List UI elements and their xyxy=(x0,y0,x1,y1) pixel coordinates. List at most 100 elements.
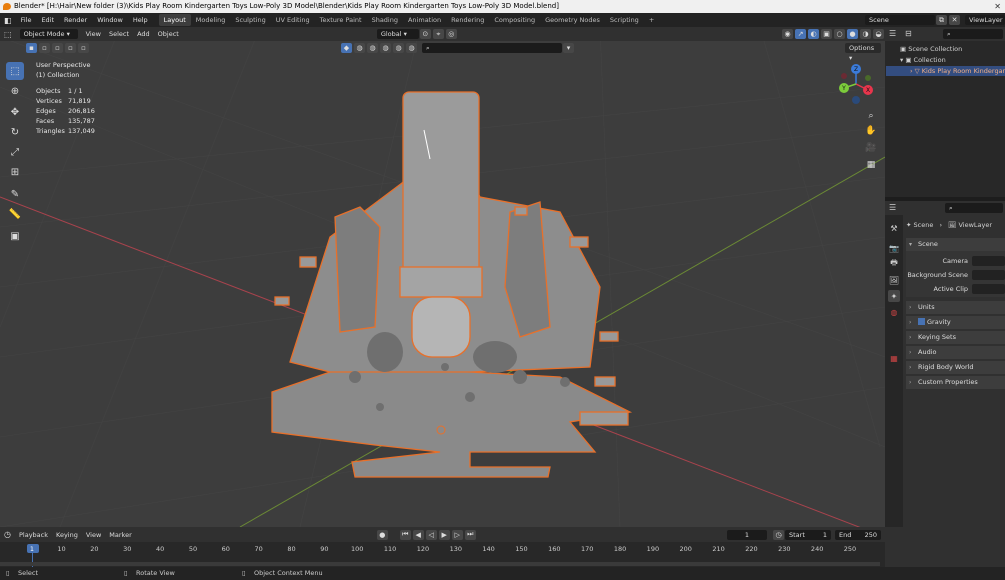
overlay-toggle-icon[interactable]: ◐ xyxy=(808,29,819,39)
panel-scene[interactable]: ▾ Scene xyxy=(906,238,1005,251)
select-mode-extend-icon[interactable]: ▫ xyxy=(39,43,50,53)
timeline-editor-icon[interactable]: ◷ xyxy=(0,530,15,539)
select-mode-subtract-icon[interactable]: ▫ xyxy=(52,43,63,53)
scale-tool-icon[interactable]: ⤢ xyxy=(6,143,24,161)
delete-scene-icon[interactable]: ✕ xyxy=(949,15,960,25)
3d-viewport[interactable] xyxy=(0,27,885,527)
jump-start-icon[interactable]: ⏮ xyxy=(399,529,411,540)
menu-playback[interactable]: Playback xyxy=(15,531,52,539)
gizmo-toggle-icon[interactable]: ↗ xyxy=(795,29,806,39)
scene-selector[interactable]: Scene xyxy=(865,15,935,25)
gizmo-neg-y-icon[interactable] xyxy=(865,75,871,81)
tab-uv-editing[interactable]: UV Editing xyxy=(271,14,315,26)
overlay-icon-c[interactable]: ◍ xyxy=(380,43,391,53)
jump-end-icon[interactable]: ⏭ xyxy=(464,529,476,540)
viewport-scene[interactable] xyxy=(0,27,885,527)
outliner-scene-collection[interactable]: ▣ Scene Collection xyxy=(900,44,962,54)
current-frame-field[interactable]: 1 xyxy=(727,529,767,540)
camera-field[interactable] xyxy=(972,256,1005,266)
properties-search-input[interactable]: ⌕ xyxy=(945,203,1003,213)
options-button[interactable]: Options ▾ xyxy=(845,43,881,62)
perspective-toggle-icon[interactable]: ▦ xyxy=(864,158,878,172)
panel-rigid-body-world[interactable]: › Rigid Body World xyxy=(906,361,1005,374)
panel-custom-properties[interactable]: › Custom Properties xyxy=(906,376,1005,389)
record-icon[interactable]: ● xyxy=(376,529,388,540)
shading-material-icon[interactable]: ◑ xyxy=(860,29,871,39)
shading-wireframe-icon[interactable]: ○ xyxy=(834,29,845,39)
select-mode-intersect-icon[interactable]: ▫ xyxy=(78,43,89,53)
start-frame-field[interactable]: Start 1 xyxy=(785,529,831,540)
outliner-filter-icon[interactable]: ⊟ xyxy=(905,29,912,38)
menu-help[interactable]: Help xyxy=(128,16,153,24)
view-layer-selector[interactable]: ViewLayer xyxy=(965,15,1005,25)
add-workspace-icon[interactable]: + xyxy=(644,14,659,26)
tab-compositing[interactable]: Compositing xyxy=(489,14,540,26)
overlay-icon-a[interactable]: ◍ xyxy=(354,43,365,53)
tab-modeling[interactable]: Modeling xyxy=(191,14,231,26)
navigation-gizmo[interactable]: Z X Y xyxy=(836,62,876,106)
tab-texture-paint[interactable]: Texture Paint xyxy=(315,14,367,26)
tab-layout[interactable]: Layout xyxy=(158,14,191,26)
play-icon[interactable]: ▶ xyxy=(438,529,450,540)
window-close-icon[interactable]: ✕ xyxy=(994,0,1001,13)
proportional-edit-icon[interactable]: ◎ xyxy=(445,29,457,39)
tab-geometry-nodes[interactable]: Geometry Nodes xyxy=(540,14,605,26)
render-tab-icon[interactable]: 📷 xyxy=(888,242,900,254)
mode-selector[interactable]: Object Mode ▾ xyxy=(19,29,78,39)
background-scene-field[interactable] xyxy=(972,270,1005,280)
outliner-search-input[interactable]: ⌕ xyxy=(943,29,1003,39)
end-frame-field[interactable]: End 250 xyxy=(835,529,881,540)
panel-gravity[interactable]: › Gravity xyxy=(906,316,1005,329)
move-tool-icon[interactable]: ✥ xyxy=(6,103,24,121)
shading-rendered-icon[interactable]: ◒ xyxy=(873,29,884,39)
menu-add[interactable]: Add xyxy=(133,30,154,38)
panel-units[interactable]: › Units xyxy=(906,301,1005,314)
snap-icon[interactable]: ⌖ xyxy=(432,29,444,39)
shading-solid-icon[interactable]: ● xyxy=(847,29,858,39)
tab-scripting[interactable]: Scripting xyxy=(605,14,644,26)
tool-tab-icon[interactable]: ⚒ xyxy=(888,222,900,234)
output-tab-icon[interactable]: 🖶 xyxy=(888,258,900,270)
viewport-search-input[interactable]: ⌕ xyxy=(422,43,562,53)
orientation-selector[interactable]: Global ▾ xyxy=(376,29,419,39)
menu-file[interactable]: File xyxy=(16,16,37,24)
outliner-collection[interactable]: ▾ ▣ Collection xyxy=(900,55,946,65)
new-scene-icon[interactable]: ⧉ xyxy=(936,15,947,25)
menu-view[interactable]: View xyxy=(82,30,105,38)
panel-keying-sets[interactable]: › Keying Sets xyxy=(906,331,1005,344)
texture-tab-icon[interactable]: ▦ xyxy=(888,352,900,364)
select-box-tool-icon[interactable]: ⬚ xyxy=(6,62,24,80)
menu-edit[interactable]: Edit xyxy=(36,16,59,24)
next-key-icon[interactable]: ▷ xyxy=(451,529,463,540)
gizmo-neg-z-icon[interactable] xyxy=(852,96,860,104)
tab-animation[interactable]: Animation xyxy=(403,14,446,26)
scene-tab-icon[interactable]: ✦ xyxy=(888,290,900,302)
kids-play-room-model[interactable] xyxy=(271,91,633,478)
select-mode-new-icon[interactable]: ▪ xyxy=(26,43,37,53)
gizmo-neg-x-icon[interactable] xyxy=(841,73,847,79)
editor-type-3d-icon[interactable]: ⬚ xyxy=(0,30,16,39)
world-tab-icon[interactable]: ◍ xyxy=(888,306,900,318)
pan-hand-icon[interactable]: ✋ xyxy=(864,124,878,138)
filter-icon[interactable]: ▾ xyxy=(563,43,574,53)
tab-sculpting[interactable]: Sculpting xyxy=(230,14,270,26)
menu-marker[interactable]: Marker xyxy=(105,531,135,539)
annotate-tool-icon[interactable]: ✎ xyxy=(6,185,24,203)
pivot-icon[interactable]: ⊙ xyxy=(419,29,431,39)
rotate-tool-icon[interactable]: ↻ xyxy=(6,123,24,141)
overlay-icon-d[interactable]: ◍ xyxy=(393,43,404,53)
gravity-checkbox[interactable] xyxy=(918,318,925,325)
overlay-icon-e[interactable]: ◍ xyxy=(406,43,417,53)
view-layer-tab-icon[interactable]: 🖼 xyxy=(888,274,900,286)
outliner-editor-icon[interactable]: ☰ xyxy=(889,29,896,38)
visibility-icon[interactable]: ◉ xyxy=(782,29,793,39)
tab-rendering[interactable]: Rendering xyxy=(446,14,489,26)
menu-render[interactable]: Render xyxy=(59,16,92,24)
zoom-icon[interactable]: ⌕ xyxy=(864,109,878,123)
overlay-icon-b[interactable]: ◍ xyxy=(367,43,378,53)
timeline-scrollbar[interactable] xyxy=(0,562,880,566)
tab-shading[interactable]: Shading xyxy=(367,14,403,26)
add-cube-tool-icon[interactable]: ▣ xyxy=(6,227,24,245)
prev-key-icon[interactable]: ◀ xyxy=(412,529,424,540)
menu-window[interactable]: Window xyxy=(92,16,128,24)
